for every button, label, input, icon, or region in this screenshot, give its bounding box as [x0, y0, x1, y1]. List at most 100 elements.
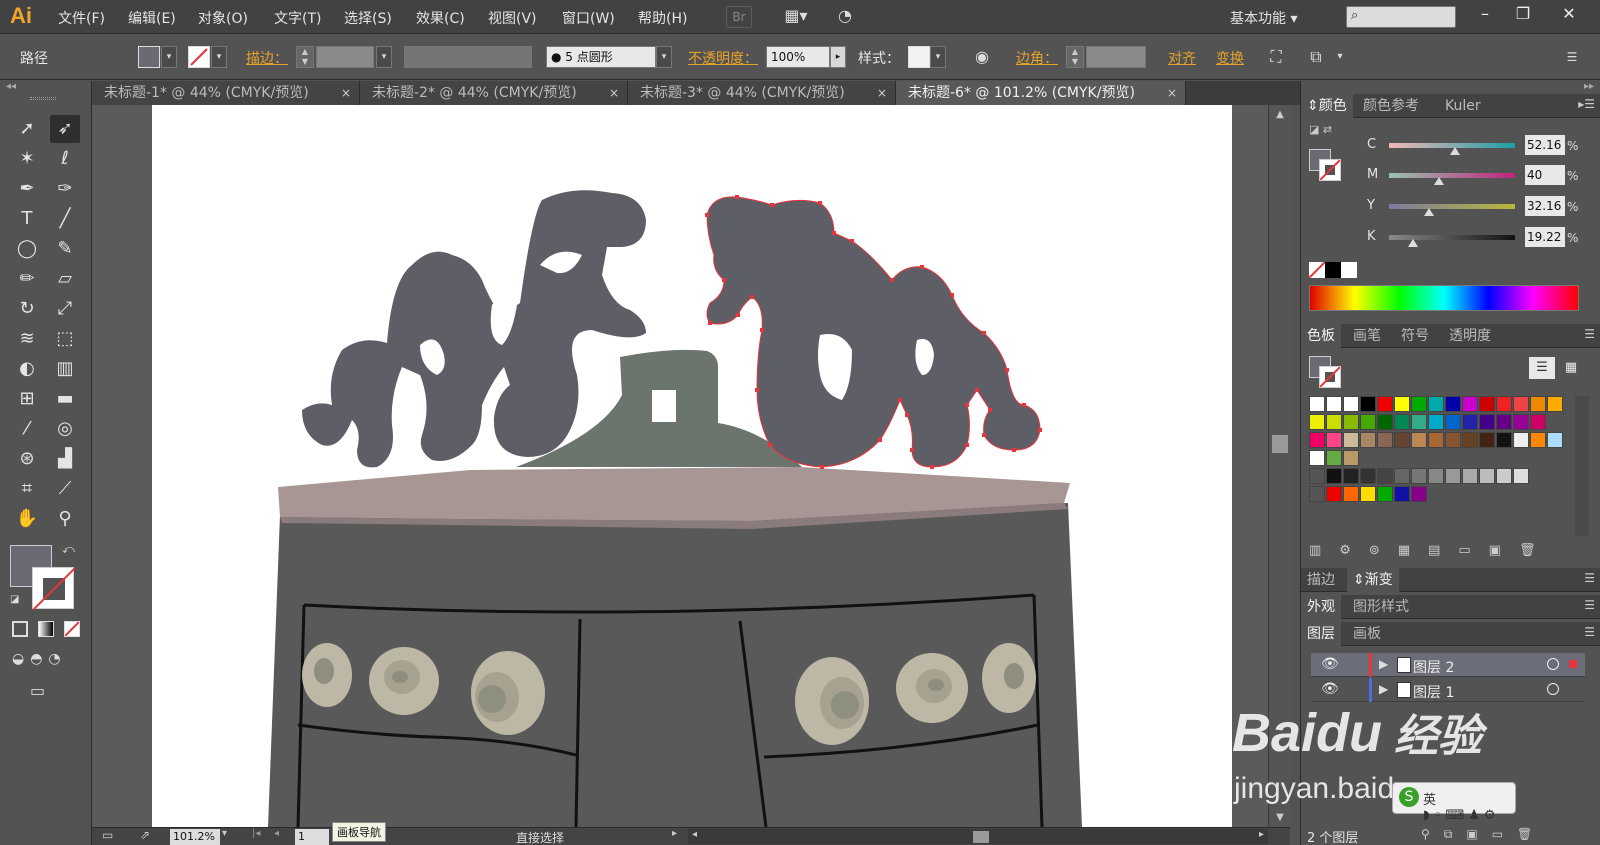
stroke-link[interactable]: 描边：: [246, 48, 288, 68]
slider-knob[interactable]: [1407, 239, 1418, 247]
swatches-scrollbar[interactable]: [1575, 396, 1589, 536]
curvature-pen-icon[interactable]: ✑: [50, 175, 80, 203]
color-swatch[interactable]: [1309, 468, 1325, 484]
stroke-color-swatch[interactable]: [188, 46, 210, 68]
target-icon[interactable]: [1547, 683, 1559, 695]
anchor-point[interactable]: [898, 398, 902, 402]
none-mode-icon[interactable]: [64, 621, 80, 637]
menu-file[interactable]: 文件(F): [58, 8, 105, 28]
tab-color[interactable]: ⇕颜色: [1301, 94, 1353, 118]
color-swatch[interactable]: [1462, 432, 1478, 448]
scroll-down-icon[interactable]: ▼: [1269, 812, 1291, 823]
swatch-footer-icons[interactable]: ▥⚙⊚▦▤▭▣🗑: [1309, 543, 1553, 558]
type-tool-icon[interactable]: T: [12, 205, 42, 233]
color-swatch[interactable]: [1309, 486, 1325, 502]
symbol-sprayer-tool-icon[interactable]: ⊛: [12, 445, 42, 473]
scroll-left-icon[interactable]: ◂: [692, 829, 697, 840]
color-spectrum[interactable]: [1309, 285, 1579, 311]
corner-spinner[interactable]: ▲ ▼: [1066, 46, 1084, 68]
color-swatch[interactable]: [1394, 396, 1410, 412]
anchor-point[interactable]: [755, 388, 759, 392]
color-swatch[interactable]: [1343, 450, 1359, 466]
stroke-weight-dropdown[interactable]: ▾: [376, 46, 392, 68]
tab-stroke[interactable]: 描边: [1301, 568, 1341, 592]
artwork[interactable]: [152, 105, 1232, 827]
bridge-button[interactable]: Br: [726, 6, 752, 28]
transform-link[interactable]: 变换: [1216, 48, 1244, 68]
stroke-color-box[interactable]: [32, 567, 76, 611]
corner-radius-field[interactable]: [1086, 46, 1146, 68]
color-swatch[interactable]: [1530, 414, 1546, 430]
anchor-point[interactable]: [1005, 368, 1009, 372]
color-swatch[interactable]: [1326, 432, 1342, 448]
color-swatch[interactable]: [1411, 414, 1427, 430]
zoom-field[interactable]: 101.2%: [170, 829, 220, 845]
anchor-point[interactable]: [890, 278, 894, 282]
color-swatch[interactable]: [1377, 396, 1393, 412]
anchor-point[interactable]: [735, 195, 739, 199]
color-swatch[interactable]: [1394, 432, 1410, 448]
anchor-point[interactable]: [878, 438, 882, 442]
anchor-point[interactable]: [965, 443, 969, 447]
expand-layer-icon[interactable]: ▶: [1379, 682, 1388, 696]
color-swatch[interactable]: [1377, 432, 1393, 448]
anchor-point[interactable]: [1012, 448, 1016, 452]
anchor-point[interactable]: [930, 465, 934, 469]
color-swatch[interactable]: [1377, 468, 1393, 484]
tab-layers[interactable]: 图层: [1301, 622, 1341, 646]
gradient-tool-icon[interactable]: ▬: [50, 385, 80, 413]
anchor-point[interactable]: [818, 201, 822, 205]
none-swatch[interactable]: [1308, 261, 1326, 279]
slider-knob[interactable]: [1424, 208, 1435, 216]
panel-menu-icon[interactable]: ☰: [1584, 571, 1595, 585]
cmyk-value-field[interactable]: 40: [1525, 165, 1565, 185]
menu-select[interactable]: 选择(S): [344, 8, 392, 28]
anchor-point[interactable]: [820, 465, 824, 469]
layer-row-2[interactable]: 👁 ▶ 图层 2: [1311, 653, 1585, 677]
gpu-performance-icon[interactable]: ◔: [830, 6, 860, 28]
tab-document-2[interactable]: 未标题-2* @ 44% (CMYK/预览) ×: [360, 81, 628, 105]
panel-menu-icon[interactable]: ☰: [1584, 625, 1595, 639]
graphic-style-swatch[interactable]: [908, 46, 930, 68]
scroll-thumb[interactable]: [973, 831, 989, 843]
color-swatch[interactable]: [1411, 468, 1427, 484]
panel-menu-icon[interactable]: ☰: [1584, 327, 1595, 341]
pen-tool-icon[interactable]: ✒: [12, 175, 42, 203]
color-swatch[interactable]: [1428, 432, 1444, 448]
first-artboard-icon[interactable]: |◂: [252, 828, 260, 839]
select-similar-icon[interactable]: ⧉: [1304, 45, 1328, 69]
magic-wand-tool-icon[interactable]: ✶: [12, 145, 42, 173]
color-swatch[interactable]: [1377, 414, 1393, 430]
tab-kuler[interactable]: Kuler: [1439, 94, 1487, 118]
color-swatch[interactable]: [1309, 450, 1325, 466]
control-panel-menu-icon[interactable]: ☰: [1560, 45, 1584, 69]
color-swatch[interactable]: [1309, 396, 1325, 412]
color-swatch[interactable]: [1360, 468, 1376, 484]
color-swatch[interactable]: [1445, 432, 1461, 448]
artboard-tool-icon[interactable]: ⌗: [12, 475, 42, 503]
tab-gradient[interactable]: ⇕渐变: [1347, 568, 1399, 592]
paintbrush-tool-icon[interactable]: ✎: [50, 235, 80, 263]
color-swatch[interactable]: [1445, 414, 1461, 430]
variable-width-profile[interactable]: [404, 46, 532, 68]
search-input[interactable]: ⌕: [1346, 6, 1456, 28]
anchor-point[interactable]: [736, 313, 740, 317]
default-colors-icon[interactable]: ◪ ⇄: [1309, 123, 1332, 136]
layer-name[interactable]: 图层 2: [1413, 657, 1454, 677]
anchor-point[interactable]: [760, 328, 764, 332]
free-transform-tool-icon[interactable]: ⬚: [50, 325, 80, 353]
anchor-point[interactable]: [950, 293, 954, 297]
arrange-documents-icon[interactable]: ▦▾: [776, 6, 816, 28]
color-swatch[interactable]: [1428, 468, 1444, 484]
color-swatch[interactable]: [1547, 432, 1563, 448]
selection-tool-icon[interactable]: ➚: [12, 115, 42, 143]
close-tab-icon[interactable]: ×: [609, 81, 619, 105]
tab-color-guide[interactable]: 颜色参考: [1357, 94, 1425, 118]
ime-logo-icon[interactable]: S: [1399, 787, 1419, 807]
default-fill-stroke-icon[interactable]: ◪: [10, 594, 19, 605]
color-swatch[interactable]: [1462, 468, 1478, 484]
tab-brushes[interactable]: 画笔: [1347, 324, 1387, 348]
minimize-button[interactable]: –: [1466, 2, 1504, 26]
color-swatch[interactable]: [1326, 396, 1342, 412]
toolbar-grip[interactable]: [30, 97, 56, 100]
